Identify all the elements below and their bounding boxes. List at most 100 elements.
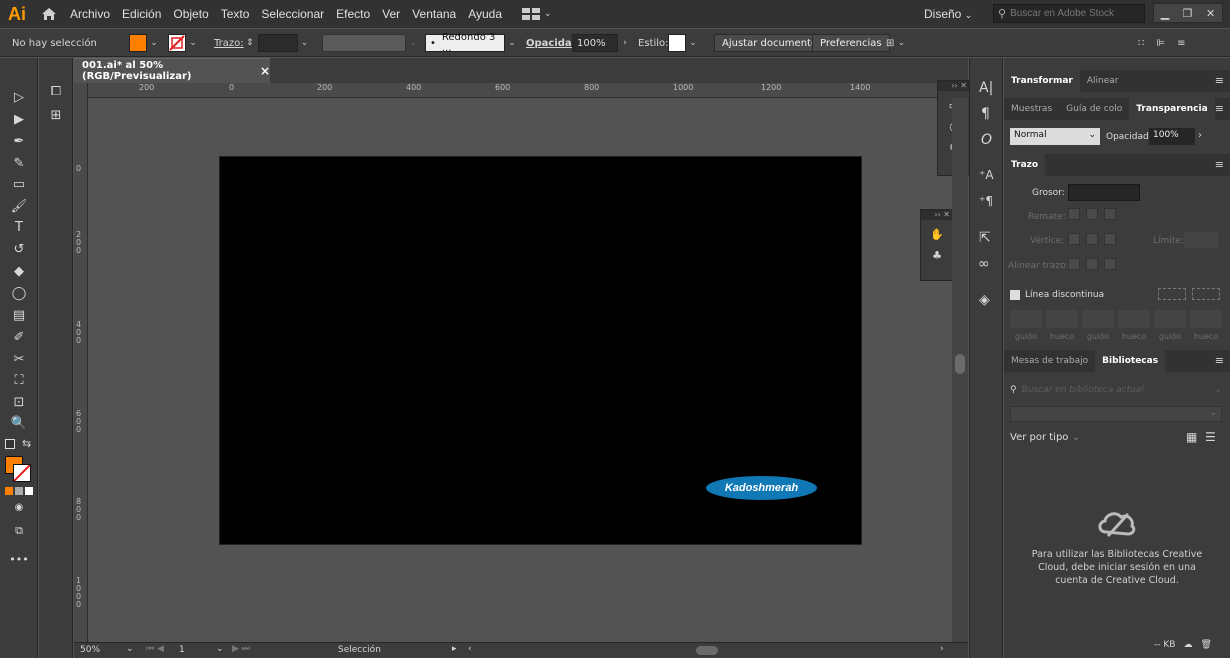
swap-colors-icon[interactable]: ⇆ — [22, 437, 31, 450]
artboards-panel-icon[interactable]: ⧠ — [45, 82, 67, 102]
chevron-down-icon[interactable]: ⌄ — [216, 644, 224, 654]
tab-transform[interactable]: Transformar — [1004, 70, 1080, 92]
menu-texto[interactable]: Texto — [215, 0, 256, 28]
color-icon[interactable] — [5, 487, 13, 495]
stroke-weight-field[interactable] — [257, 34, 298, 52]
workspace-switcher[interactable]: Diseño ⌄ — [918, 0, 978, 29]
dash-field[interactable] — [1154, 310, 1186, 328]
align-options-icon[interactable]: ⊞ ⌄ — [886, 34, 908, 52]
vertical-scrollbar[interactable] — [952, 98, 968, 642]
stroke-color-swatch[interactable] — [13, 464, 31, 482]
menu-efecto[interactable]: Efecto — [330, 0, 376, 28]
opacity-field[interactable]: 100% — [572, 34, 618, 52]
blend-mode-select[interactable]: Normal ⌄ — [1010, 128, 1100, 145]
grid-view-icon[interactable]: ▦ — [1186, 430, 1197, 444]
align-center-icon[interactable] — [1068, 258, 1080, 270]
align-outside-icon[interactable] — [1104, 258, 1116, 270]
menu-ayuda[interactable]: Ayuda — [462, 0, 508, 28]
tab-artboards[interactable]: Mesas de trabajo — [1004, 350, 1095, 372]
lasso-tool-icon[interactable]: ◯ — [8, 284, 30, 304]
opentype-panel-icon[interactable]: O — [981, 132, 992, 148]
stroke-control[interactable]: ⌄ — [168, 34, 200, 52]
zoom-level[interactable]: 50% — [80, 645, 100, 655]
gradient-tool-icon[interactable]: ▤ — [8, 306, 30, 326]
horizontal-scroll-thumb[interactable] — [696, 646, 718, 655]
chevron-right-icon[interactable]: ▸ — [452, 644, 457, 654]
direct-selection-tool-icon[interactable]: ▶ — [8, 110, 30, 130]
variable-width-profile[interactable]: ⌄ — [322, 34, 420, 52]
round-cap-icon[interactable] — [1086, 208, 1098, 220]
grid-icon[interactable]: ∷ — [1138, 38, 1144, 49]
ellipse-shape[interactable]: Kadoshmerah — [706, 476, 817, 500]
tab-swatches[interactable]: Muestras — [1004, 98, 1059, 120]
close-tab-icon[interactable]: × — [260, 64, 270, 78]
tab-stroke[interactable]: Trazo — [1004, 154, 1046, 176]
tab-color-guide[interactable]: Guía de colo — [1059, 98, 1129, 120]
scroll-left-icon[interactable]: ‹ — [468, 644, 472, 654]
menu-edicion[interactable]: Edición — [116, 0, 167, 28]
paintbrush-tool-icon[interactable]: 🖌 — [8, 197, 30, 217]
character-panel-icon[interactable]: A| — [979, 80, 993, 96]
brush-definition[interactable]: • Redondo 3 ... ⌄ — [425, 32, 519, 54]
round-join-icon[interactable] — [1086, 233, 1098, 245]
artboard-nav-next-icon[interactable]: ▶ ⏭ — [232, 644, 250, 654]
library-select[interactable]: ⌄ — [1010, 406, 1222, 422]
ellipse-text[interactable]: Kadoshmerah — [725, 482, 798, 494]
stock-search[interactable]: ⚲ Buscar en Adobe Stock — [993, 4, 1145, 23]
gap-field[interactable] — [1118, 310, 1150, 328]
menu-ver[interactable]: Ver — [376, 0, 406, 28]
selection-tool-icon[interactable]: ▷ — [8, 88, 30, 108]
chevron-down-icon[interactable]: ⌄ — [126, 644, 134, 654]
current-tool[interactable]: Selección — [338, 645, 381, 655]
layers-toggle-icon[interactable]: ⊞ — [45, 106, 67, 126]
symbol-sprayer-tool-icon[interactable]: ⛶ — [8, 371, 30, 391]
type-tool-icon[interactable]: T — [8, 218, 30, 238]
list-view-icon[interactable]: ☰ — [1205, 430, 1216, 444]
dash-field[interactable] — [1010, 310, 1042, 328]
artboard-nav-prev-icon[interactable]: ⏮ ◀ — [146, 644, 164, 654]
arrange-documents-icon[interactable]: ⌄ — [522, 8, 552, 20]
export-panel-icon[interactable]: ⇱ — [979, 230, 991, 246]
fill-swatch[interactable] — [129, 34, 147, 52]
rectangle-tool-icon[interactable]: ▭ — [8, 175, 30, 195]
restore-icon[interactable]: ❐ — [1183, 7, 1193, 20]
library-search[interactable]: ⚲ Buscar en biblioteca actual ⌄ — [1010, 382, 1222, 398]
stroke-swatch[interactable] — [168, 34, 186, 52]
eyedropper-tool-icon[interactable]: ✐ — [8, 328, 30, 348]
rotate-tool-icon[interactable]: ↺ — [8, 240, 30, 260]
artboard-number[interactable]: 1 — [179, 645, 185, 655]
tab-libraries[interactable]: Bibliotecas — [1095, 350, 1166, 372]
links-panel-icon[interactable]: ∞ — [978, 256, 990, 272]
fill-control[interactable]: ⌄ — [129, 34, 161, 52]
panel-menu-icon[interactable]: ≡ — [1215, 154, 1230, 176]
fit-document-button[interactable]: Ajustar documento — [714, 34, 826, 52]
dash-field[interactable] — [1082, 310, 1114, 328]
home-icon[interactable] — [34, 0, 64, 28]
menu-icon[interactable]: ≡ — [1177, 38, 1185, 49]
menu-seleccionar[interactable]: Seleccionar — [255, 0, 330, 28]
panel-menu-icon[interactable]: ≡ — [1215, 98, 1230, 120]
preferences-button[interactable]: Preferencias — [812, 34, 890, 52]
chevron-right-icon[interactable]: › — [618, 38, 632, 48]
tab-transparency[interactable]: Transparencia — [1129, 98, 1215, 120]
butt-cap-icon[interactable] — [1068, 208, 1080, 220]
align-inside-icon[interactable] — [1086, 258, 1098, 270]
menu-objeto[interactable]: Objeto — [167, 0, 214, 28]
cloud-sync-icon[interactable]: ☁ — [1183, 640, 1192, 650]
minimize-icon[interactable]: ▁ — [1161, 7, 1169, 20]
dash-align-icon[interactable] — [1192, 288, 1220, 300]
style-control[interactable]: ⌄ — [668, 34, 700, 52]
panel-menu-icon[interactable]: ≡ — [1215, 70, 1230, 92]
brushes-panel-icon[interactable]: ✋ — [921, 228, 953, 241]
dashed-checkbox[interactable] — [1010, 290, 1020, 300]
blend-tool-icon[interactable]: ✂ — [8, 350, 30, 370]
scroll-thumb[interactable] — [955, 354, 965, 374]
transparency-opacity-field[interactable]: 100% — [1149, 128, 1195, 145]
close-icon[interactable]: ✕ — [1206, 7, 1215, 20]
dash-preserve-icon[interactable] — [1158, 288, 1186, 300]
pen-tool-icon[interactable]: ✒ — [8, 132, 30, 152]
view-by-type[interactable]: Ver por tipo ⌄ — [1010, 432, 1080, 443]
menu-ventana[interactable]: Ventana — [406, 0, 462, 28]
square-cap-icon[interactable] — [1104, 208, 1116, 220]
artboard-tool-icon[interactable]: ⊡ — [8, 393, 30, 413]
